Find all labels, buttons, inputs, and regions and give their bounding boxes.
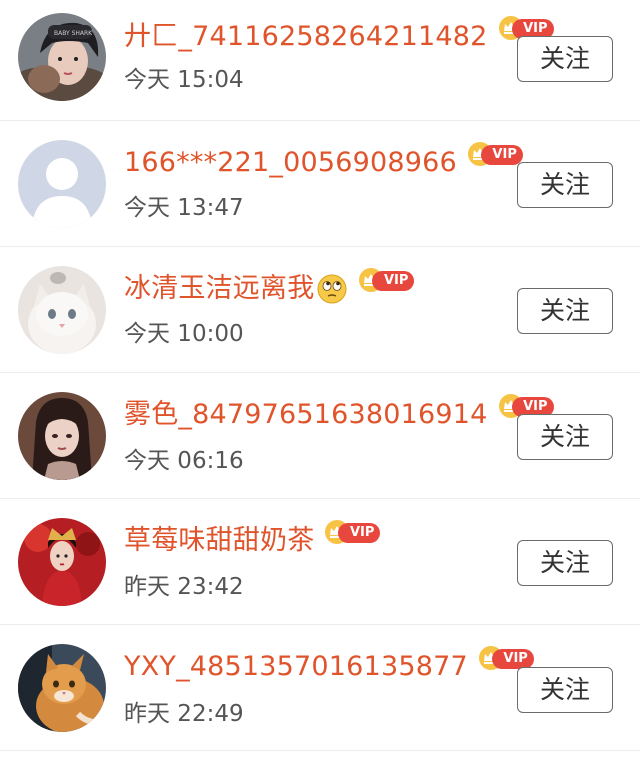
avatar[interactable]	[18, 140, 106, 228]
visit-time: 今天 10:00	[124, 321, 244, 347]
separator	[0, 750, 640, 751]
list-item[interactable]: 166***221_0056908966 VIP 今天 13:47 关注	[0, 121, 640, 247]
username[interactable]: 廾匚_74116258264211482	[124, 19, 488, 55]
username[interactable]: 草莓味甜甜奶茶	[124, 523, 314, 559]
vip-label: VIP	[338, 523, 381, 543]
visit-time: 今天 06:16	[124, 448, 244, 474]
vip-label: VIP	[372, 271, 415, 291]
vip-badge: VIP	[467, 141, 523, 167]
follow-button[interactable]: 关注	[517, 540, 613, 586]
username[interactable]: 雾色_84797651638016914	[124, 397, 488, 433]
follow-button[interactable]: 关注	[517, 162, 613, 208]
visit-time: 今天 15:04	[124, 67, 244, 93]
vip-badge: VIP	[358, 267, 415, 293]
avatar[interactable]	[18, 644, 106, 732]
list-item[interactable]: 草莓味甜甜奶茶 VIP 昨天 23:42 关注	[0, 499, 640, 625]
username-line: 草莓味甜甜奶茶 VIP	[124, 520, 381, 559]
username-line: 雾色_84797651638016914 VIP	[124, 394, 554, 433]
avatar[interactable]	[18, 266, 106, 354]
username-line: YXY_4851357016135877 VIP	[124, 646, 534, 685]
default-avatar-icon	[18, 140, 106, 228]
avatar[interactable]	[18, 392, 106, 480]
list-item[interactable]: 雾色_84797651638016914 VIP 今天 06:16 关注	[0, 373, 640, 499]
follow-button[interactable]: 关注	[517, 36, 613, 82]
username[interactable]: 冰清玉洁远离我	[124, 271, 314, 307]
follower-list: BABY SHARK 廾匚_74116258264211482 VIP 今天 1…	[0, 0, 640, 759]
avatar[interactable]	[18, 518, 106, 606]
list-item[interactable]: 冰清玉洁远离我 VIP 今天 10:00 关注	[0, 247, 640, 373]
list-item[interactable]: BABY SHARK 廾匚_74116258264211482 VIP 今天 1…	[0, 0, 640, 121]
visit-time: 昨天 23:42	[124, 574, 244, 600]
follow-button[interactable]: 关注	[517, 288, 613, 334]
vip-badge: VIP	[324, 519, 381, 545]
avatar[interactable]: BABY SHARK	[18, 13, 106, 101]
vip-label: VIP	[480, 145, 523, 165]
username-line: 冰清玉洁远离我 VIP	[124, 268, 415, 307]
eye-roll-emoji-icon	[317, 274, 347, 304]
visit-time: 今天 13:47	[124, 195, 244, 221]
username[interactable]: 166***221_0056908966	[124, 145, 457, 181]
list-item[interactable]: YXY_4851357016135877 VIP 昨天 22:49 关注	[0, 625, 640, 751]
username[interactable]: YXY_4851357016135877	[124, 649, 468, 685]
follow-button[interactable]: 关注	[517, 667, 613, 713]
username-line: 廾匚_74116258264211482 VIP	[124, 16, 554, 55]
vip-label: VIP	[491, 649, 534, 669]
username-line: 166***221_0056908966 VIP	[124, 142, 523, 181]
visit-time: 昨天 22:49	[124, 701, 244, 727]
svg-text:BABY SHARK: BABY SHARK	[54, 30, 93, 37]
follow-button[interactable]: 关注	[517, 414, 613, 460]
